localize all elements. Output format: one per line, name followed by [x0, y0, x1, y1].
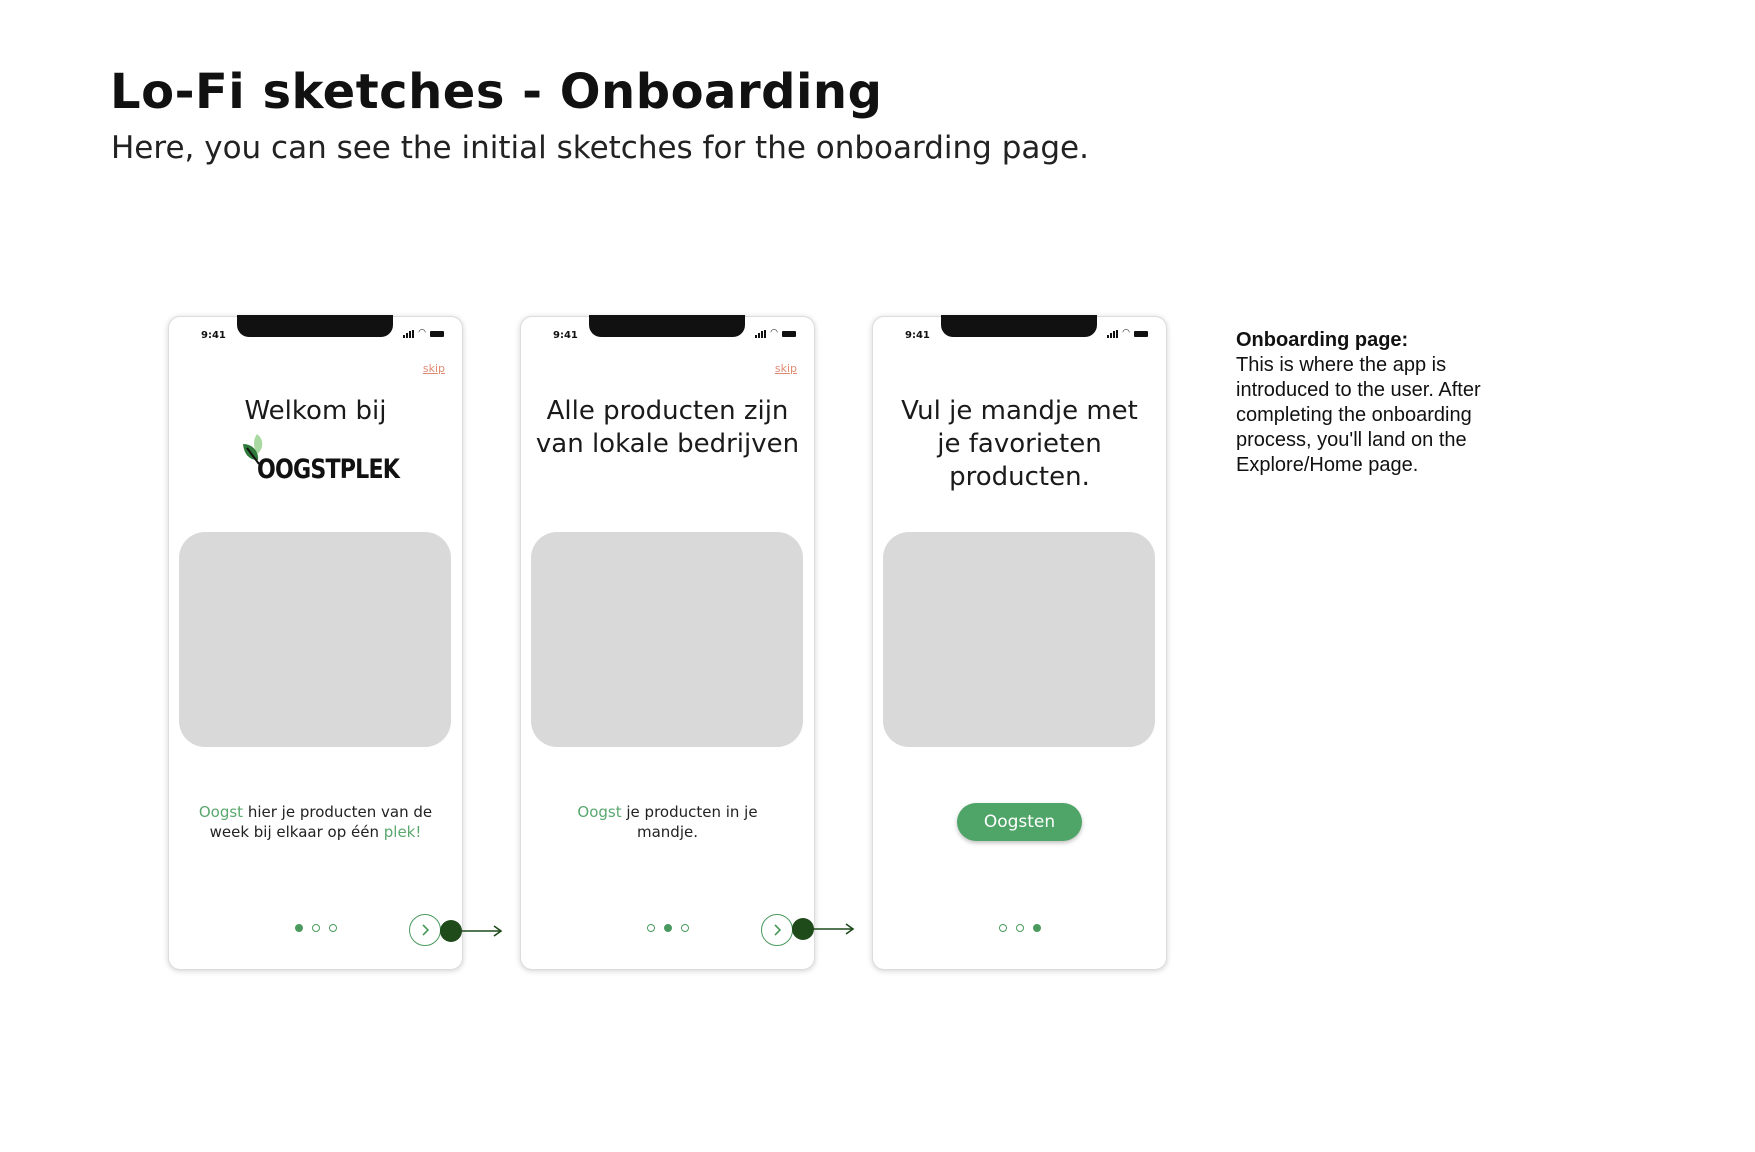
- status-icons: ◠: [755, 329, 796, 338]
- highlight-word: plek!: [383, 823, 422, 841]
- flow-start-dot: [440, 920, 462, 942]
- note-body: This is where the app is introduced to t…: [1236, 354, 1481, 476]
- screen-title: Alle producten zijn van lokale bedrijven: [535, 396, 800, 459]
- body-text: je producten in je mandje.: [621, 803, 758, 841]
- oogstplek-logo: OOGSTPLEK: [241, 432, 411, 492]
- pagination-dot-2[interactable]: [663, 924, 672, 932]
- wifi-icon: ◠: [1122, 328, 1130, 338]
- phone-notch: [237, 315, 393, 337]
- pagination-dot-1[interactable]: [646, 924, 655, 932]
- page-subtitle: Here, you can see the initial sketches f…: [111, 130, 1089, 166]
- flow-arrow-2-to-3: [792, 918, 855, 940]
- oogsten-button[interactable]: Oogsten: [957, 803, 1082, 841]
- flow-arrow-1-to-2: [440, 920, 503, 942]
- status-icons: ◠: [1107, 329, 1148, 338]
- pagination-dot-3[interactable]: [1032, 924, 1041, 932]
- status-time: 9:41: [905, 330, 930, 341]
- phone-screen-welcome: 9:41 ◠ skip Welkom bij OOGSTPLEK Oogst h…: [168, 315, 463, 970]
- skip-link[interactable]: skip: [423, 362, 445, 375]
- signal-icon: [755, 330, 767, 338]
- flow-start-dot: [792, 918, 814, 940]
- skip-link[interactable]: skip: [775, 362, 797, 375]
- signal-icon: [403, 330, 415, 338]
- pagination-dot-1[interactable]: [294, 924, 303, 932]
- pagination-dot-2[interactable]: [311, 924, 320, 932]
- battery-icon: [1134, 331, 1148, 337]
- page-title: Lo-Fi sketches - Onboarding: [110, 64, 883, 120]
- screen-title: Vul je mandje met je favorieten producte…: [901, 396, 1138, 492]
- signal-icon: [1107, 330, 1119, 338]
- image-placeholder: [179, 532, 451, 747]
- screen-body-text: Oogst je producten in je mandje.: [571, 802, 764, 842]
- chevron-right-icon: [422, 924, 430, 936]
- screen-title: Welkom bij: [244, 396, 387, 426]
- wifi-icon: ◠: [418, 328, 426, 338]
- image-placeholder: [531, 532, 803, 747]
- phone-screen-fill-basket: 9:41 ◠ Vul je mandje met je favorieten p…: [872, 315, 1167, 970]
- phone-notch: [589, 315, 745, 337]
- pagination-dot-1[interactable]: [998, 924, 1007, 932]
- wifi-icon: ◠: [770, 328, 778, 338]
- pagination-dots: [873, 924, 1166, 932]
- screen-body-text: Oogst hier je producten van de week bij …: [189, 802, 442, 842]
- status-time: 9:41: [553, 330, 578, 341]
- next-button[interactable]: [761, 914, 793, 946]
- chevron-right-icon: [774, 924, 782, 936]
- annotation-note: Onboarding page: This is where the app i…: [1236, 328, 1496, 478]
- note-heading: Onboarding page:: [1236, 329, 1409, 351]
- next-button[interactable]: [409, 914, 441, 946]
- logo-text: OOGSTPLEK: [257, 454, 400, 485]
- battery-icon: [430, 331, 444, 337]
- highlight-word: Oogst: [198, 803, 244, 821]
- image-placeholder: [883, 532, 1155, 747]
- phone-notch: [941, 315, 1097, 337]
- phone-screen-local-products: 9:41 ◠ skip Alle producten zijn van loka…: [520, 315, 815, 970]
- pagination-dot-3[interactable]: [328, 924, 337, 932]
- battery-icon: [782, 331, 796, 337]
- highlight-word: Oogst: [577, 803, 622, 821]
- pagination-dot-3[interactable]: [680, 924, 689, 932]
- status-time: 9:41: [201, 330, 226, 341]
- status-icons: ◠: [403, 329, 444, 338]
- pagination-dot-2[interactable]: [1015, 924, 1024, 932]
